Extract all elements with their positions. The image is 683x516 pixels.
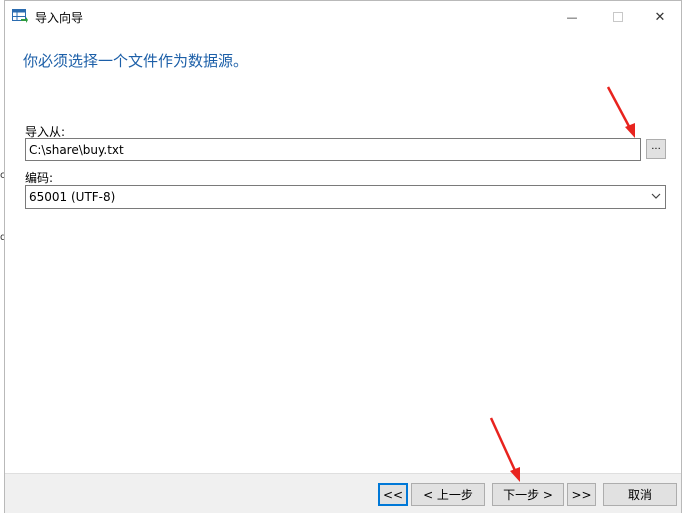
- last-page-button[interactable]: >>: [567, 483, 596, 506]
- minimize-button[interactable]: —: [549, 1, 595, 33]
- minimize-icon: —: [566, 10, 578, 24]
- import-wizard-icon: [12, 9, 28, 23]
- import-wizard-dialog: 导入向导 — ✕ 你必须选择一个文件作为数据源。 导入从: ... 编码: 65…: [4, 0, 682, 513]
- import-path-input[interactable]: [25, 138, 641, 161]
- close-button[interactable]: ✕: [637, 1, 683, 33]
- next-button[interactable]: 下一步 >: [492, 483, 564, 506]
- encoding-value: 65001 (UTF-8): [29, 190, 116, 204]
- first-page-button[interactable]: <<: [378, 483, 408, 506]
- wizard-footer: << < 上一步 下一步 > >> 取消: [5, 473, 681, 513]
- cancel-button[interactable]: 取消: [603, 483, 677, 506]
- chevron-down-icon: [651, 193, 661, 199]
- wizard-content: 导入从: ... 编码: 65001 (UTF-8): [5, 85, 681, 473]
- maximize-icon: [613, 12, 623, 22]
- wizard-header: 你必须选择一个文件作为数据源。: [5, 33, 681, 85]
- page-heading: 你必须选择一个文件作为数据源。: [23, 52, 249, 70]
- title-bar[interactable]: 导入向导 — ✕: [5, 1, 681, 33]
- encoding-select[interactable]: 65001 (UTF-8): [25, 185, 666, 209]
- close-icon: ✕: [654, 9, 666, 25]
- browse-button[interactable]: ...: [646, 139, 666, 159]
- encoding-label: 编码:: [25, 171, 54, 185]
- previous-button[interactable]: < 上一步: [411, 483, 485, 506]
- maximize-button[interactable]: [595, 1, 641, 33]
- window-title: 导入向导: [35, 11, 84, 25]
